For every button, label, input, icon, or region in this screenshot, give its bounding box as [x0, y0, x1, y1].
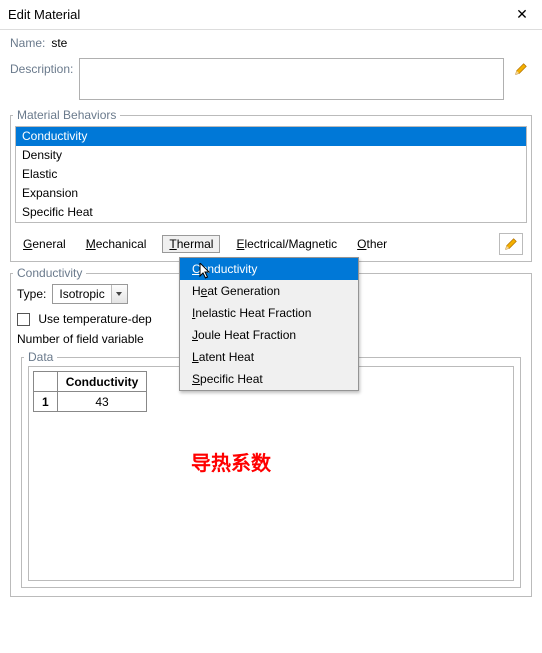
- pencil-icon: [514, 62, 528, 76]
- thermal-menu-joule-heat-fraction[interactable]: Joule Heat Fraction: [180, 324, 358, 346]
- titlebar: Edit Material ✕: [0, 0, 542, 30]
- thermal-dropdown: Conductivity Heat Generation Inelastic H…: [179, 257, 359, 391]
- menu-general[interactable]: General: [19, 235, 70, 253]
- thermal-menu-inelastic-heat-fraction[interactable]: Inelastic Heat Fraction: [180, 302, 358, 324]
- window-title: Edit Material: [8, 7, 80, 22]
- type-label: Type:: [17, 287, 46, 301]
- name-value: ste: [51, 36, 67, 50]
- type-value: Isotropic: [53, 287, 110, 301]
- menu-electrical-magnetic[interactable]: Electrical/Magnetic: [232, 235, 341, 253]
- content-area: Name: ste Description: Material Behavior…: [0, 30, 542, 603]
- field-vars-label: Number of field variable: [17, 332, 144, 346]
- thermal-menu-heat-generation[interactable]: Heat Generation: [180, 280, 358, 302]
- material-behaviors-legend: Material Behaviors: [13, 108, 120, 122]
- behavior-edit-button[interactable]: [499, 233, 523, 255]
- pencil-icon: [504, 237, 518, 251]
- material-behaviors-group: Material Behaviors Conductivity Density …: [10, 108, 532, 262]
- thermal-menu-latent-heat[interactable]: Latent Heat: [180, 346, 358, 368]
- behavior-item-conductivity[interactable]: Conductivity: [16, 127, 526, 146]
- description-edit-button[interactable]: [510, 58, 532, 80]
- cell-conductivity-value[interactable]: 43: [57, 392, 147, 412]
- temp-dep-label: Use temperature-dep: [38, 312, 151, 326]
- behavior-item-specific-heat[interactable]: Specific Heat: [16, 203, 526, 222]
- data-table[interactable]: Conductivity 1 43: [33, 371, 147, 412]
- temp-dep-checkbox[interactable]: [17, 313, 30, 326]
- behavior-item-expansion[interactable]: Expansion: [16, 184, 526, 203]
- menu-thermal[interactable]: Thermal: [162, 235, 220, 253]
- menu-other[interactable]: Other: [353, 235, 391, 253]
- data-legend: Data: [24, 350, 57, 364]
- data-table-area: Conductivity 1 43 导热系数: [28, 366, 514, 581]
- behaviors-list[interactable]: Conductivity Density Elastic Expansion S…: [15, 126, 527, 223]
- menu-mechanical[interactable]: Mechanical: [82, 235, 151, 253]
- name-label: Name:: [10, 36, 45, 50]
- behavior-menubar: General Mechanical Thermal Electrical/Ma…: [11, 227, 531, 261]
- thermal-menu-conductivity[interactable]: Conductivity: [180, 258, 358, 280]
- edit-material-dialog: Edit Material ✕ Name: ste Description: M…: [0, 0, 542, 653]
- row-index-1: 1: [34, 392, 58, 412]
- close-button[interactable]: ✕: [510, 3, 534, 27]
- row-header-blank: [34, 372, 58, 392]
- description-textarea[interactable]: [79, 58, 504, 100]
- conductivity-legend: Conductivity: [13, 266, 86, 280]
- type-select[interactable]: Isotropic: [52, 284, 127, 304]
- thermal-menu-specific-heat[interactable]: Specific Heat: [180, 368, 358, 390]
- behavior-item-density[interactable]: Density: [16, 146, 526, 165]
- description-label: Description:: [10, 58, 73, 76]
- chevron-down-icon: [111, 285, 127, 303]
- behavior-item-elastic[interactable]: Elastic: [16, 165, 526, 184]
- annotation-text: 导热系数: [191, 447, 271, 476]
- col-header-conductivity: Conductivity: [57, 372, 147, 392]
